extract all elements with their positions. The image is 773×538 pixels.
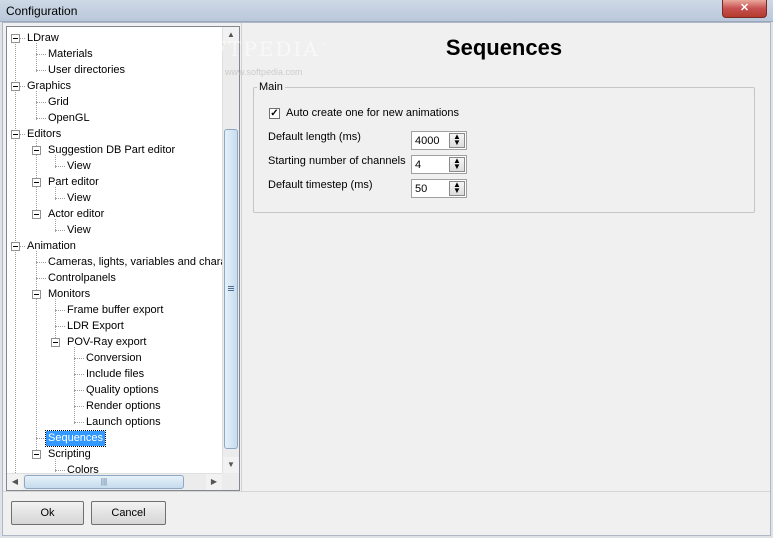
- group-label: Main: [257, 81, 285, 93]
- dialog-body: LDraw Materials User directories Graphic…: [2, 22, 771, 536]
- expander-icon[interactable]: [32, 210, 41, 219]
- expander-icon[interactable]: [32, 178, 41, 187]
- pane-splitter[interactable]: [241, 23, 242, 491]
- scroll-down-icon[interactable]: ▼: [223, 457, 239, 473]
- tree-item-view[interactable]: View: [65, 191, 93, 206]
- tree-item-graphics[interactable]: Graphics: [25, 79, 73, 94]
- tree-item-launch-options[interactable]: Launch options: [84, 415, 163, 430]
- expander-icon[interactable]: [32, 450, 41, 459]
- category-tree[interactable]: LDraw Materials User directories Graphic…: [6, 26, 240, 491]
- tree-item-user-directories[interactable]: User directories: [46, 63, 127, 78]
- default-timestep-label: Default timestep (ms): [268, 179, 373, 191]
- tree-item-suggestion-db-part-editor[interactable]: Suggestion DB Part editor: [46, 143, 177, 158]
- tree-item-scripting[interactable]: Scripting: [46, 447, 93, 462]
- tree-item-conversion[interactable]: Conversion: [84, 351, 144, 366]
- tree-item-view[interactable]: View: [65, 223, 93, 238]
- title-bar: Configuration ✕: [0, 0, 773, 22]
- tree-item-povray-export[interactable]: POV-Ray export: [65, 335, 148, 350]
- spin-arrows-icon[interactable]: ▲ ▼: [449, 181, 465, 196]
- default-timestep-spinner[interactable]: ▲▼: [411, 179, 467, 198]
- tree-item-materials[interactable]: Materials: [46, 47, 95, 62]
- default-length-input[interactable]: [413, 133, 453, 148]
- tree-item-actor-editor[interactable]: Actor editor: [46, 207, 106, 222]
- starting-channels-label: Starting number of channels: [268, 155, 406, 167]
- close-icon: ✕: [739, 2, 750, 14]
- tree-horizontal-scrollbar[interactable]: ◀ ||| ▶: [7, 473, 222, 490]
- tree-item-view[interactable]: View: [65, 159, 93, 174]
- tree-item-sequences[interactable]: Sequences: [44, 430, 107, 447]
- auto-create-label: Auto create one for new animations: [286, 107, 460, 119]
- watermark-url: www.softpedia.com: [225, 67, 303, 77]
- expander-icon[interactable]: [51, 338, 60, 347]
- tree-item-frame-buffer-export[interactable]: Frame buffer export: [65, 303, 165, 318]
- page-title: Sequences: [445, 35, 563, 60]
- close-button[interactable]: ✕: [722, 0, 767, 18]
- footer-divider: [3, 491, 770, 492]
- tree-item-part-editor[interactable]: Part editor: [46, 175, 101, 190]
- default-length-spinner[interactable]: ▲▼: [411, 131, 467, 150]
- scroll-right-icon[interactable]: ▶: [206, 474, 222, 490]
- ok-button[interactable]: Ok: [11, 501, 84, 525]
- tree-item-render-options[interactable]: Render options: [84, 399, 163, 414]
- main-groupbox: [253, 87, 755, 213]
- default-length-label: Default length (ms): [268, 131, 361, 143]
- expander-icon[interactable]: [32, 290, 41, 299]
- auto-create-checkbox[interactable]: ✓: [269, 108, 280, 119]
- tree-item-controlpanels[interactable]: Controlpanels: [46, 271, 118, 286]
- cancel-button[interactable]: Cancel: [91, 501, 166, 525]
- expander-icon[interactable]: [32, 146, 41, 155]
- scrollbar-thumb[interactable]: |||: [24, 475, 184, 489]
- tree-item-cameras-lights[interactable]: Cameras, lights, variables and character…: [46, 255, 239, 270]
- tree-vertical-scrollbar[interactable]: ▲ ▼: [222, 27, 239, 473]
- expander-icon[interactable]: [11, 130, 20, 139]
- scrollbar-corner: [222, 473, 239, 490]
- window-title: Configuration: [6, 4, 78, 18]
- expander-icon[interactable]: [11, 34, 20, 43]
- scroll-left-icon[interactable]: ◀: [7, 474, 23, 490]
- spin-arrows-icon[interactable]: ▲ ▼: [449, 157, 465, 172]
- tree-item-ldr-export[interactable]: LDR Export: [65, 319, 126, 334]
- tree-item-editors[interactable]: Editors: [25, 127, 63, 142]
- tree-item-include-files[interactable]: Include files: [84, 367, 146, 382]
- expander-icon[interactable]: [11, 242, 20, 251]
- expander-icon[interactable]: [11, 82, 20, 91]
- tree-item-ldraw[interactable]: LDraw: [25, 31, 61, 46]
- scrollbar-thumb[interactable]: [224, 129, 238, 449]
- tree-item-animation[interactable]: Animation: [25, 239, 78, 254]
- starting-channels-input[interactable]: [413, 157, 453, 172]
- tree-item-grid[interactable]: Grid: [46, 95, 71, 110]
- starting-channels-spinner[interactable]: ▲▼: [411, 155, 467, 174]
- default-timestep-input[interactable]: [413, 181, 453, 196]
- tree-item-monitors[interactable]: Monitors: [46, 287, 92, 302]
- tree-item-quality-options[interactable]: Quality options: [84, 383, 161, 398]
- tree-item-opengl[interactable]: OpenGL: [46, 111, 92, 126]
- spin-arrows-icon[interactable]: ▲ ▼: [449, 133, 465, 148]
